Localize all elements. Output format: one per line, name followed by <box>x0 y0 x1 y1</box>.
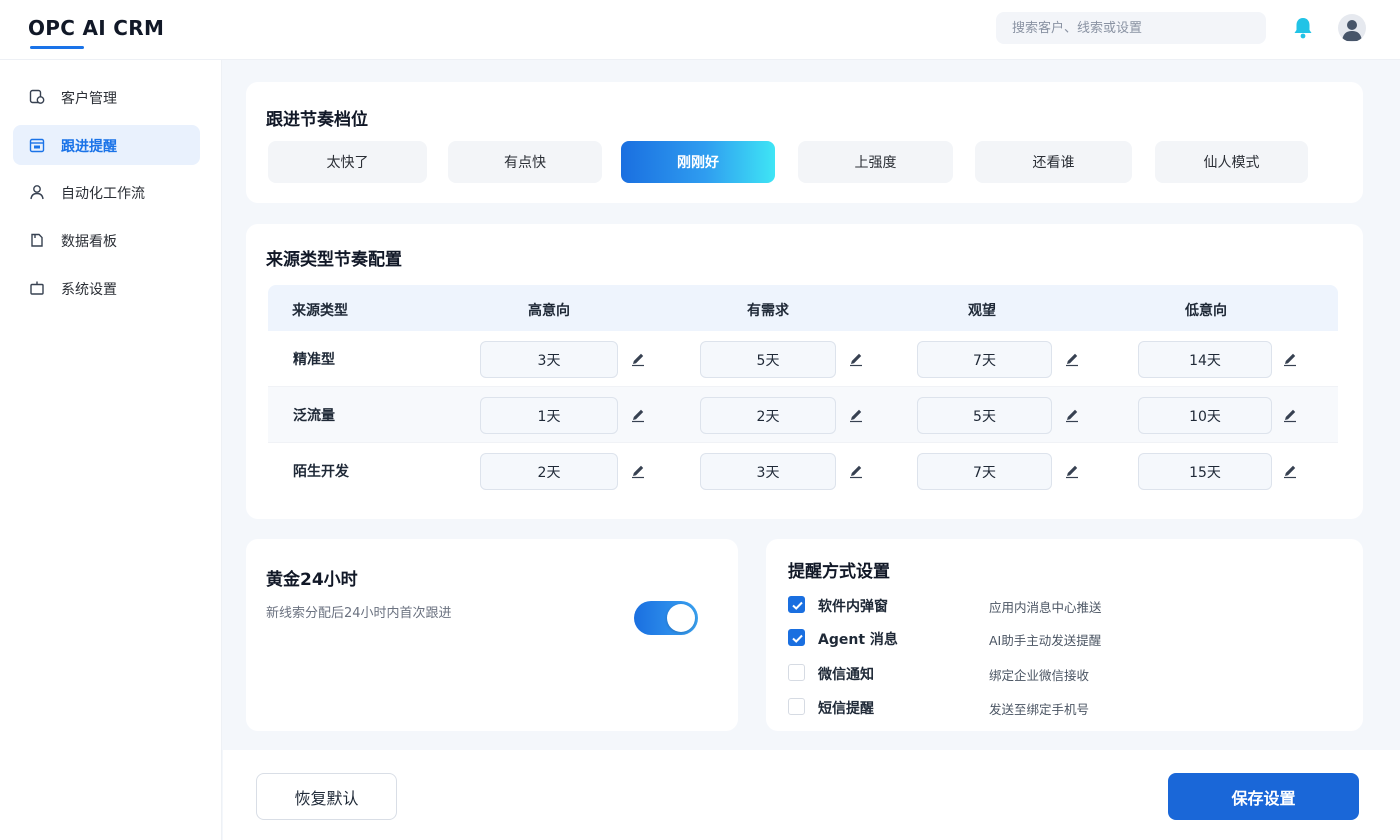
sidebar-item-settings[interactable]: 系统设置 <box>13 268 200 308</box>
edit-icon[interactable] <box>1282 463 1298 479</box>
bell-icon[interactable] <box>1292 16 1314 40</box>
edit-icon[interactable] <box>1064 351 1080 367</box>
level-button-just-right[interactable]: 刚刚好 <box>621 141 775 183</box>
golden-24h-toggle[interactable] <box>634 601 698 635</box>
header-source-type: 来源类型 <box>292 303 348 319</box>
method-label: 微信通知 <box>818 667 874 683</box>
interval-input[interactable] <box>700 453 836 490</box>
edit-icon[interactable] <box>630 463 646 479</box>
rhythm-title: 跟进节奏档位 <box>266 110 368 130</box>
method-label: 软件内弹窗 <box>818 599 888 615</box>
method-desc: 发送至绑定手机号 <box>989 702 1090 717</box>
edit-icon[interactable] <box>630 407 646 423</box>
interval-input[interactable] <box>1138 453 1272 490</box>
sidebar-item-followup[interactable]: 跟进提醒 <box>13 125 200 165</box>
checkbox-wechat[interactable] <box>788 664 805 681</box>
dashboard-icon <box>29 232 45 248</box>
sidebar-item-label: 数据看板 <box>61 234 117 250</box>
interval-input[interactable] <box>917 341 1052 378</box>
table-row: 陌生开发 <box>268 443 1338 499</box>
sidebar-item-customers[interactable]: 客户管理 <box>13 77 200 117</box>
interval-input[interactable] <box>700 397 836 434</box>
checkbox-agent-message[interactable] <box>788 629 805 646</box>
row-label: 陌生开发 <box>293 464 349 480</box>
interval-input[interactable] <box>1138 397 1272 434</box>
level-button-immortal[interactable]: 仙人模式 <box>1155 141 1308 183</box>
edit-icon[interactable] <box>1064 407 1080 423</box>
level-button-bit-fast[interactable]: 有点快 <box>448 141 602 183</box>
user-avatar-icon[interactable] <box>1338 14 1366 42</box>
level-button-too-fast[interactable]: 太快了 <box>268 141 427 183</box>
restore-default-button[interactable]: 恢复默认 <box>256 773 397 820</box>
person-icon <box>29 184 45 200</box>
method-desc: 应用内消息中心推送 <box>989 600 1102 615</box>
sidebar-item-dashboard[interactable]: 数据看板 <box>13 220 200 260</box>
toggle-knob <box>667 604 695 632</box>
method-label: 短信提醒 <box>818 701 874 717</box>
interval-input[interactable] <box>1138 341 1272 378</box>
top-header: OPC AI CRM <box>0 0 1400 60</box>
method-desc: 绑定企业微信接收 <box>989 668 1090 683</box>
calendar-reminder-icon <box>29 137 45 153</box>
header-low-intent: 低意向 <box>1185 303 1227 319</box>
checkbox-sms[interactable] <box>788 698 805 715</box>
edit-icon[interactable] <box>1282 407 1298 423</box>
golden-title: 黄金24小时 <box>266 570 358 590</box>
header-demand: 有需求 <box>747 303 789 319</box>
edit-icon[interactable] <box>1282 351 1298 367</box>
interval-input[interactable] <box>917 397 1052 434</box>
level-button-who-else[interactable]: 还看谁 <box>975 141 1132 183</box>
interval-input[interactable] <box>480 341 618 378</box>
edit-icon[interactable] <box>848 407 864 423</box>
search-input[interactable] <box>996 12 1266 44</box>
save-settings-button[interactable]: 保存设置 <box>1168 773 1359 820</box>
interval-input[interactable] <box>700 341 836 378</box>
edit-icon[interactable] <box>1064 463 1080 479</box>
sidebar-item-label: 客户管理 <box>61 91 117 107</box>
level-button-intensify[interactable]: 上强度 <box>798 141 953 183</box>
checkbox-in-app-popup[interactable] <box>788 596 805 613</box>
edit-icon[interactable] <box>630 351 646 367</box>
header-watching: 观望 <box>968 303 996 319</box>
customer-icon <box>29 89 45 105</box>
sidebar-item-workflow[interactable]: 自动化工作流 <box>13 172 200 212</box>
method-label: Agent 消息 <box>818 632 898 648</box>
sidebar-item-label: 跟进提醒 <box>61 139 117 155</box>
interval-input[interactable] <box>480 453 618 490</box>
settings-icon <box>29 280 45 296</box>
row-label: 精准型 <box>293 352 335 368</box>
sidebar-item-label: 系统设置 <box>61 282 117 298</box>
table-row: 泛流量 <box>268 387 1338 443</box>
table-header: 来源类型 高意向 有需求 观望 低意向 <box>268 285 1338 331</box>
header-high-intent: 高意向 <box>528 303 570 319</box>
edit-icon[interactable] <box>848 463 864 479</box>
interval-input[interactable] <box>917 453 1052 490</box>
edit-icon[interactable] <box>848 351 864 367</box>
interval-input[interactable] <box>480 397 618 434</box>
row-label: 泛流量 <box>293 408 335 424</box>
app-logo[interactable]: OPC AI CRM <box>28 16 164 40</box>
reminder-title: 提醒方式设置 <box>788 562 890 582</box>
source-title: 来源类型节奏配置 <box>266 250 402 270</box>
sidebar-item-label: 自动化工作流 <box>61 186 145 202</box>
golden-desc: 新线索分配后24小时内首次跟进 <box>266 606 452 621</box>
method-desc: AI助手主动发送提醒 <box>989 633 1102 648</box>
table-row: 精准型 <box>268 331 1338 387</box>
logo-underline <box>30 46 84 49</box>
